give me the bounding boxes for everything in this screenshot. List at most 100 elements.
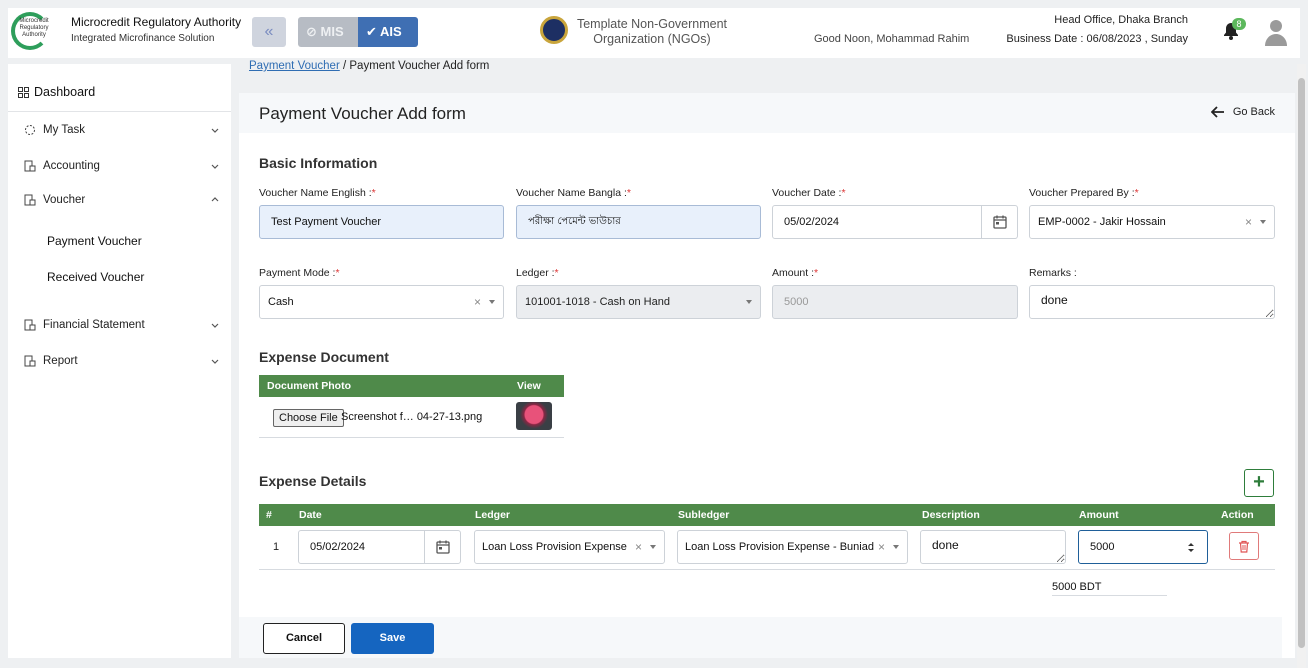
sidebar-item-report[interactable]: Report [24,355,220,367]
basic-information-title: Basic Information [259,155,378,171]
choose-file-button[interactable]: Choose File [273,409,344,427]
column-subledger: Subledger [678,509,730,521]
ais-label: AIS [380,24,402,39]
sidebar-subitem-received-voucher[interactable]: Received Voucher [47,270,144,284]
sidebar-divider [8,111,231,112]
calendar-icon [992,215,1007,229]
collapse-sidebar-button[interactable]: « [252,17,286,47]
sidebar-item-dashboard[interactable]: Dashboard [18,85,95,99]
grid-icon [18,86,29,98]
delete-row-button[interactable] [1229,532,1259,560]
clear-icon[interactable]: × [878,531,885,563]
sidebar-subitem-payment-voucher[interactable]: Payment Voucher [47,234,142,248]
remarks-textarea[interactable]: done [1029,285,1275,319]
amount-input[interactable]: 5000 [772,285,1018,319]
scrollbar-thumb[interactable] [1298,78,1305,648]
row-date-value: 05/02/2024 [310,541,366,553]
cancel-button[interactable]: Cancel [263,623,345,654]
voucher-name-english-input[interactable]: Test Payment Voucher [259,205,504,239]
sidebar: Dashboard My Task Accounting Voucher Pay… [8,64,231,658]
page-scrollbar[interactable] [1297,64,1306,668]
prohibited-icon: ⊘ [306,24,317,39]
voucher-prepared-by-label: Voucher Prepared By :* [1029,187,1139,199]
circle-dashed-icon [25,125,35,135]
chevron-down-icon [211,359,219,364]
document-thumbnail[interactable] [516,402,552,430]
row-ledger-select[interactable]: Loan Loss Provision Expense × [474,530,665,564]
caret-down-icon [489,300,495,304]
arrow-left-icon [1210,106,1224,118]
prepared-by-value: EMP-0002 - Jakir Hossain [1038,216,1166,228]
ais-toggle-button[interactable]: ✔ AIS [358,17,418,47]
check-circle-icon: ✔ [366,24,377,39]
ledger-icon [24,355,36,367]
ledger-select[interactable]: 101001-1018 - Cash on Hand [516,285,761,319]
save-button[interactable]: Save [351,623,434,654]
breadcrumb-link-payment-voucher[interactable]: Payment Voucher [249,60,340,72]
caret-down-icon [893,545,899,549]
column-description: Description [922,509,980,521]
mis-toggle-button[interactable]: ⊘ MIS [298,17,358,47]
row-index: 1 [273,541,280,553]
org-seal-icon [540,16,568,44]
sidebar-item-accounting[interactable]: Accounting [24,160,220,172]
clear-icon[interactable]: × [1245,206,1252,238]
row-subledger-value: Loan Loss Provision Expense - Buniad [685,541,874,553]
row-ledger-value: Loan Loss Provision Expense [482,541,627,553]
voucher-name-english-label: Voucher Name English :* [259,187,376,199]
amount-label: Amount :* [772,267,819,279]
file-name: Screenshot f… 04-27-13.png [341,411,483,423]
ledger-value: 101001-1018 - Cash on Hand [525,296,670,308]
ledger-icon [24,160,36,172]
calendar-button[interactable] [424,531,460,563]
brand-title: Microcredit Regulatory Authority [71,15,242,29]
calendar-icon [435,540,450,554]
payment-mode-select[interactable]: Cash × [259,285,504,319]
column-ledger: Ledger [475,509,511,521]
sidebar-item-label: Dashboard [34,85,96,99]
clear-icon[interactable]: × [474,286,481,318]
go-back-button[interactable]: Go Back [1210,106,1275,118]
column-date: Date [299,509,322,521]
spinner-icon[interactable] [1187,542,1195,553]
table-row: 1 05/02/2024 Loan Loss Provision Expense… [259,526,1275,570]
user-avatar[interactable] [1264,18,1288,46]
greeting: Good Noon, Mohammad Rahim [814,33,970,45]
chevron-down-icon [211,164,219,169]
table-row: Choose File Screenshot f… 04-27-13.png [259,397,564,438]
clear-icon[interactable]: × [635,531,642,563]
business-date: Business Date : 06/08/2023 , Sunday [1006,33,1188,45]
row-amount-input[interactable]: 5000 [1078,530,1208,564]
sidebar-item-label: Report [43,355,78,367]
row-description-textarea[interactable]: done [920,530,1066,564]
voucher-date-value: 05/02/2024 [784,216,840,228]
brand-subtitle: Integrated Microfinance Solution [71,33,215,44]
voucher-name-bangla-input[interactable]: পরীক্ষা পেমেন্ট ভাউচার [516,205,761,239]
column-document-photo: Document Photo [267,380,351,392]
add-row-button[interactable]: + [1244,469,1274,497]
go-back-label: Go Back [1232,106,1275,118]
sidebar-item-label: My Task [43,124,85,136]
column-amount: Amount [1079,509,1119,521]
chevron-up-icon [211,197,219,202]
expense-total: 5000 BDT [1052,581,1167,596]
notification-badge: 8 [1232,18,1246,30]
voucher-prepared-by-select[interactable]: EMP-0002 - Jakir Hossain × [1029,205,1275,239]
row-subledger-select[interactable]: Loan Loss Provision Expense - Buniad × [677,530,908,564]
breadcrumb: Payment Voucher / Payment Voucher Add fo… [249,60,489,72]
payment-mode-value: Cash [268,296,294,308]
form-card: Payment Voucher Add form Go Back Basic I… [239,93,1295,658]
row-date-input[interactable]: 05/02/2024 [298,530,461,564]
expense-table-header: # Date Ledger Subledger Description Amou… [259,504,1275,526]
sidebar-item-my-task[interactable]: My Task [24,124,220,136]
calendar-button[interactable] [981,206,1017,238]
sidebar-item-voucher[interactable]: Voucher [24,194,220,206]
row-amount-value: 5000 [1090,541,1115,553]
branch-name: Head Office, Dhaka Branch [1054,14,1188,26]
top-bar: Microcredit Regulatory Authority Microcr… [8,8,1300,58]
remarks-label: Remarks : [1029,267,1077,279]
voucher-date-input[interactable]: 05/02/2024 [772,205,1018,239]
column-action: Action [1221,509,1254,521]
ledger-label: Ledger :* [516,267,559,279]
sidebar-item-financial-statement[interactable]: Financial Statement [24,319,220,331]
